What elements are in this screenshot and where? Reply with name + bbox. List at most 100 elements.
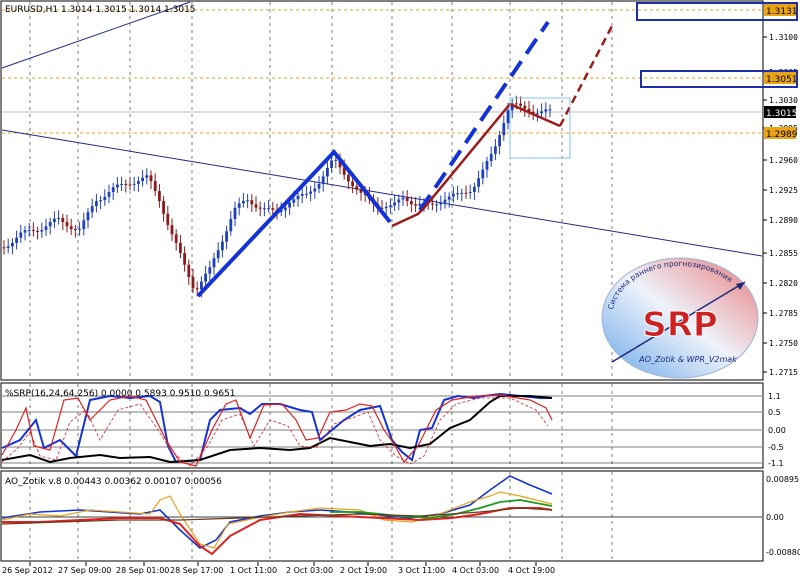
srp-axis-label: -1.1 (768, 459, 784, 468)
candle-body (212, 258, 216, 268)
candle-body (481, 169, 485, 179)
candle-body (540, 111, 543, 114)
price-axis-label: 1.2785 (769, 309, 798, 318)
candle-body (506, 110, 510, 124)
candle-body (27, 230, 31, 232)
candle-body (90, 206, 94, 213)
price-axis-label: 1.2715 (769, 368, 798, 377)
candle-body (225, 231, 228, 242)
candle-body (477, 178, 480, 187)
candle-body (237, 203, 241, 208)
candle-body (393, 202, 396, 206)
time-axis-label: 1 Oct 11:00 (230, 566, 277, 575)
logo-bottom-text: AO_Zotik & WPR_V2mak (638, 355, 737, 364)
srp-indicator-window[interactable]: %SRP(16,24,64,256) 0.0000 0.5893 0.9510 … (0, 382, 786, 469)
candle-body (107, 192, 111, 197)
candle-body (74, 228, 77, 230)
candle-body (145, 175, 149, 178)
candle-body (78, 229, 81, 231)
ao-axis-label: 0.00 (766, 513, 784, 522)
candle-body (158, 191, 161, 202)
candle-body (435, 204, 438, 206)
srp-axis: 1.1 0.5 0.00 -0.5 -1.1 (768, 392, 786, 468)
ao-window-title: AO_Zotik v.8 0.00443 0.00362 0.00107 0.0… (5, 477, 222, 487)
price-tag-upper: 1.3051 (766, 75, 798, 85)
price-axis-label: 1.3030 (769, 96, 798, 105)
candle-body (2, 247, 6, 249)
price-axis-label: 1.2925 (769, 186, 798, 195)
time-axis-label: 2 Oct 03:00 (286, 566, 333, 575)
candle-body (347, 174, 350, 182)
candle-body (166, 213, 170, 226)
candle-body (502, 123, 506, 136)
candle-body (405, 197, 409, 202)
candle-body (23, 230, 27, 233)
candle-body (99, 200, 102, 202)
candle-body (515, 103, 518, 105)
ao-axis: 0.00895 0.00 -0.00880 (766, 475, 800, 557)
candle-body (254, 204, 258, 208)
candle-body (300, 193, 304, 196)
ao-indicator-window[interactable]: AO_Zotik v.8 0.00443 0.00362 0.00107 0.0… (0, 470, 800, 562)
srp-axis-label: 1.1 (768, 392, 781, 401)
candle-body (468, 191, 472, 193)
candle-body (267, 208, 270, 210)
candle-body (19, 232, 23, 238)
candle-body (120, 183, 123, 185)
price-axis-label: 1.2855 (769, 249, 798, 258)
candle-body (309, 191, 312, 194)
candle-body (204, 273, 207, 282)
chart-canvas[interactable]: 1.31001.30651.30301.29951.29601.29251.28… (0, 0, 800, 576)
time-axis-label: 4 Oct 03:00 (452, 566, 499, 575)
price-tag-lower: 1.2989 (766, 130, 798, 140)
logo-letters: SRP (642, 305, 718, 345)
candle-body (359, 189, 363, 193)
trading-terminal-chart[interactable]: 1.31001.30651.30301.29951.29601.29251.28… (0, 0, 800, 576)
candle-body (195, 288, 199, 290)
candle-body (397, 199, 401, 203)
candle-body (464, 192, 468, 194)
time-axis-label: 2 Oct 19:00 (340, 566, 387, 575)
main-price-window[interactable]: 1.31001.30651.30301.29951.29601.29251.28… (0, 0, 798, 381)
srp-window-title: %SRP(16,24,64,256) 0.0000 0.5893 0.9510 … (5, 389, 236, 399)
candle-body (258, 207, 262, 209)
price-axis-label: 1.3100 (769, 33, 798, 42)
candle-body (149, 175, 153, 182)
time-axis-label: 28 Sep 17:00 (170, 566, 223, 575)
candle-body (124, 183, 128, 185)
candle-body (162, 201, 165, 214)
candle-body (44, 226, 48, 230)
candle-body (544, 109, 548, 112)
candle-body (384, 206, 388, 209)
candle-body (389, 205, 392, 207)
candle-body (11, 242, 14, 247)
candle-body (271, 208, 275, 210)
ao-axis-label: 0.00895 (766, 475, 799, 484)
price-axis-label: 1.2820 (769, 279, 798, 288)
price-axis-label: 1.2750 (769, 339, 798, 348)
srp-axis-label: 0.00 (768, 426, 786, 435)
candle-body (229, 218, 233, 232)
candle-body (221, 241, 224, 251)
candle-body (32, 230, 35, 232)
time-axis-label: 4 Oct 19:00 (508, 566, 555, 575)
candle-body (494, 146, 497, 154)
candle-body (473, 186, 476, 192)
candle-body (519, 103, 522, 106)
time-axis-label: 28 Sep 01:00 (116, 566, 169, 575)
candle-body (523, 105, 527, 109)
candle-body (6, 246, 10, 249)
candle-body (410, 201, 413, 205)
price-tag-current: 1.3015 (766, 109, 798, 119)
candle-body (355, 186, 359, 190)
ao-axis-label: -0.00880 (766, 548, 800, 557)
candle-body (233, 207, 237, 219)
candle-body (326, 167, 329, 177)
candle-body (103, 196, 107, 201)
candle-body (485, 161, 489, 170)
candle-body (548, 109, 552, 111)
candle-body (447, 196, 451, 200)
candle-body (137, 181, 140, 184)
candle-body (57, 217, 60, 219)
srp-axis-label: 0.5 (768, 408, 781, 417)
